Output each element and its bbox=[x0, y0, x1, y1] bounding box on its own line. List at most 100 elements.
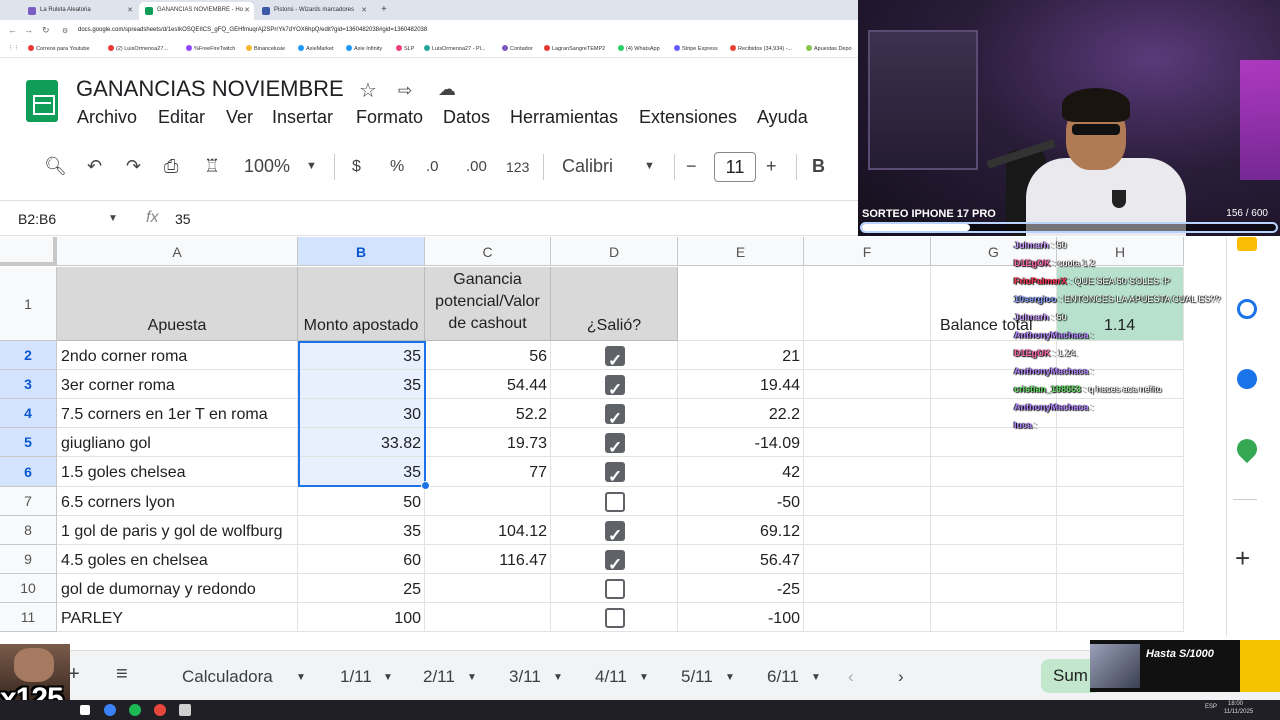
cell-ganancia[interactable]: 116.47 bbox=[425, 545, 551, 574]
chevron-down-icon[interactable]: ▼ bbox=[383, 672, 393, 683]
bookmark-item[interactable]: Recibidos (34,934) -... bbox=[730, 45, 792, 52]
checkbox-checked[interactable] bbox=[605, 461, 625, 486]
bookmark-item[interactable]: SLP bbox=[396, 45, 414, 52]
close-tab-icon[interactable]: ✕ bbox=[127, 6, 133, 14]
url-text[interactable]: docs.google.com/spreadsheets/d/1esIkOSQE… bbox=[78, 27, 427, 33]
cell-ganancia[interactable]: 56 bbox=[425, 341, 551, 370]
column-header-b[interactable]: B bbox=[298, 237, 425, 266]
checkbox-checked[interactable] bbox=[605, 520, 625, 544]
cell-empty[interactable] bbox=[1057, 457, 1184, 487]
cell-apuesta[interactable]: gol de dumornay y redondo bbox=[57, 574, 298, 603]
cell-apuesta[interactable]: 6.5 corners lyon bbox=[57, 487, 298, 516]
print-icon[interactable]: ⎙ bbox=[164, 156, 178, 177]
cell-monto[interactable]: 35 bbox=[298, 457, 425, 487]
taskbar-app-icon[interactable] bbox=[104, 704, 116, 716]
cell-empty[interactable] bbox=[931, 516, 1057, 545]
chevron-down-icon[interactable]: ▼ bbox=[644, 160, 655, 172]
close-tab-icon[interactable]: ✕ bbox=[244, 6, 250, 14]
bookmark-item[interactable]: Binancelusie bbox=[246, 45, 285, 52]
chevron-down-icon[interactable]: ▼ bbox=[108, 213, 118, 224]
cell-apuesta[interactable]: 4.5 goles en chelsea bbox=[57, 545, 298, 574]
formula-input[interactable]: 35 bbox=[175, 211, 191, 227]
cell-apuesta[interactable]: giugliano gol bbox=[57, 428, 298, 457]
cell-empty[interactable] bbox=[1057, 545, 1184, 574]
cell-balance[interactable]: 21 bbox=[678, 341, 804, 370]
checkbox-checked[interactable] bbox=[605, 432, 625, 456]
menu-formato[interactable]: Formato bbox=[356, 107, 423, 128]
forward-icon[interactable]: → bbox=[24, 25, 33, 35]
cell-monto[interactable]: 35 bbox=[298, 516, 425, 545]
header-monto[interactable]: Monto apostado bbox=[298, 267, 425, 341]
cell-empty[interactable] bbox=[678, 267, 804, 341]
bookmark-item[interactable]: (2) LuisOrmenoa27... bbox=[108, 45, 168, 52]
all-sheets-icon[interactable]: ≡ bbox=[116, 663, 128, 686]
menu-datos[interactable]: Datos bbox=[443, 107, 490, 128]
cell-empty[interactable] bbox=[804, 574, 931, 603]
row-header[interactable]: 2 bbox=[0, 341, 57, 370]
cell-apuesta[interactable]: 2ndo corner roma bbox=[57, 341, 298, 370]
cell-apuesta[interactable]: 1.5 goles chelsea bbox=[57, 457, 298, 487]
browser-tab[interactable]: La Ruleta Aleatoria ✕ bbox=[22, 2, 137, 20]
cell-ganancia[interactable] bbox=[425, 574, 551, 603]
cell-ganancia[interactable] bbox=[425, 603, 551, 632]
name-box[interactable]: B2:B6 bbox=[18, 211, 56, 227]
bookmark-item[interactable]: (4) WhatsApp bbox=[618, 45, 660, 52]
language-indicator[interactable]: ESP bbox=[1205, 704, 1217, 710]
cell-salio[interactable] bbox=[551, 370, 678, 399]
cell-apuesta[interactable]: PARLEY bbox=[57, 603, 298, 632]
sheet-tab[interactable]: Calculadora bbox=[182, 667, 273, 687]
spotify-icon[interactable] bbox=[129, 704, 141, 716]
checkbox-checked[interactable] bbox=[605, 403, 625, 427]
redo-icon[interactable]: ↷ bbox=[126, 156, 141, 177]
column-header-d[interactable]: D bbox=[551, 237, 678, 266]
menu-ver[interactable]: Ver bbox=[226, 107, 253, 128]
sheets-logo-icon[interactable] bbox=[26, 80, 58, 122]
cell-monto[interactable]: 35 bbox=[298, 370, 425, 399]
sheet-tab[interactable]: 4/11 bbox=[595, 667, 627, 687]
reload-icon[interactable]: ↻ bbox=[42, 25, 50, 36]
cell-salio[interactable] bbox=[551, 574, 678, 603]
cell-ganancia[interactable] bbox=[425, 487, 551, 516]
clock-date[interactable]: 11/11/2025 bbox=[1224, 709, 1253, 715]
chevron-down-icon[interactable]: ▼ bbox=[296, 672, 306, 683]
sheet-tab[interactable]: 6/11 bbox=[767, 667, 799, 687]
bold-button[interactable]: B bbox=[812, 156, 825, 177]
cell-ganancia[interactable]: 104.12 bbox=[425, 516, 551, 545]
cell-monto[interactable]: 100 bbox=[298, 603, 425, 632]
cell-salio[interactable] bbox=[551, 545, 678, 574]
chevron-down-icon[interactable]: ▼ bbox=[553, 672, 563, 683]
cell-empty[interactable] bbox=[931, 603, 1057, 632]
cell-salio[interactable] bbox=[551, 399, 678, 428]
fill-handle[interactable] bbox=[421, 481, 430, 490]
cell-salio[interactable] bbox=[551, 457, 678, 487]
cell-empty[interactable] bbox=[804, 399, 931, 428]
cell-salio[interactable] bbox=[551, 516, 678, 545]
cell-monto[interactable]: 33.82 bbox=[298, 428, 425, 457]
cell-balance[interactable]: 56.47 bbox=[678, 545, 804, 574]
sheet-tab[interactable]: 5/11 bbox=[681, 667, 713, 687]
star-icon[interactable]: ☆ bbox=[359, 78, 377, 103]
cloud-status-icon[interactable]: ☁ bbox=[438, 79, 456, 100]
cell-balance[interactable]: -100 bbox=[678, 603, 804, 632]
menu-extensiones[interactable]: Extensiones bbox=[639, 107, 737, 128]
decrease-decimal-button[interactable]: .0 bbox=[426, 158, 439, 175]
cell-empty[interactable] bbox=[931, 545, 1057, 574]
percent-button[interactable]: % bbox=[390, 158, 404, 176]
checkbox-checked[interactable] bbox=[605, 374, 625, 398]
column-header-f[interactable]: F bbox=[804, 237, 931, 266]
cell-ganancia[interactable]: 54.44 bbox=[425, 370, 551, 399]
column-header-c[interactable]: C bbox=[425, 237, 551, 266]
cell-balance[interactable]: 22.2 bbox=[678, 399, 804, 428]
increase-font-size-icon[interactable]: + bbox=[766, 156, 777, 177]
cell-balance[interactable]: 42 bbox=[678, 457, 804, 487]
cell-empty[interactable] bbox=[931, 487, 1057, 516]
font-select[interactable]: Calibri bbox=[562, 156, 613, 177]
cell-monto[interactable]: 50 bbox=[298, 487, 425, 516]
currency-button[interactable]: $ bbox=[352, 158, 361, 176]
row-header[interactable]: 5 bbox=[0, 428, 57, 457]
cell-apuesta[interactable]: 1 gol de paris y gol de wolfburg bbox=[57, 516, 298, 545]
cell-monto[interactable]: 30 bbox=[298, 399, 425, 428]
cell-salio[interactable] bbox=[551, 603, 678, 632]
bookmark-item[interactable]: Contador bbox=[502, 45, 533, 52]
cell-empty[interactable] bbox=[804, 370, 931, 399]
